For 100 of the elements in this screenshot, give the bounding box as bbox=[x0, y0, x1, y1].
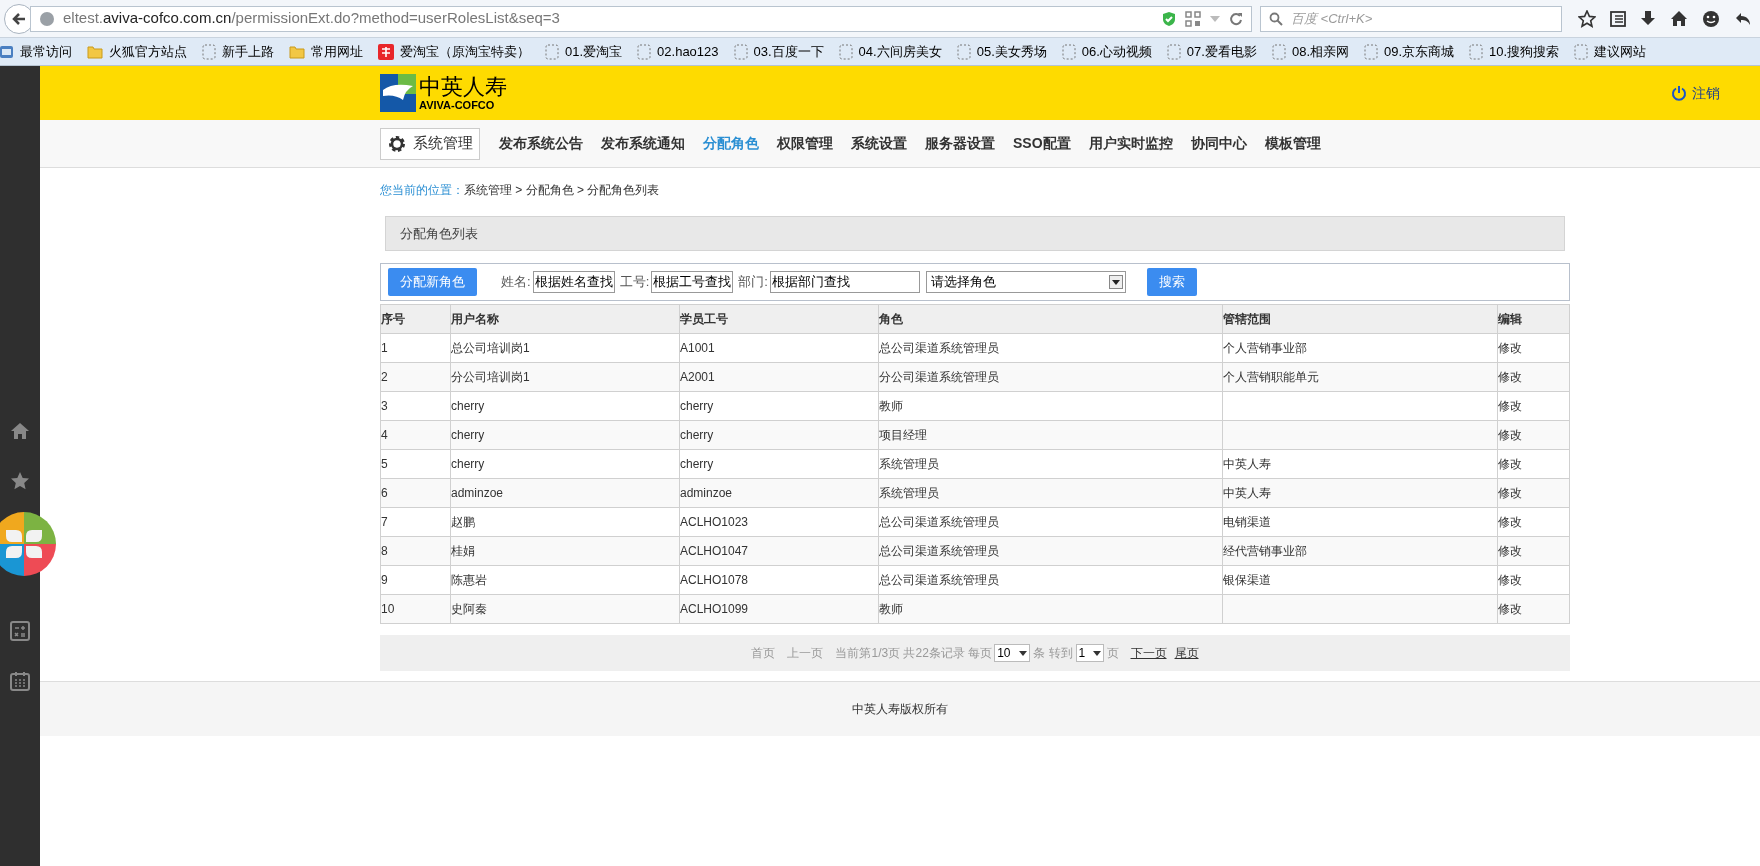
logout-link[interactable]: 注销 bbox=[1671, 82, 1720, 104]
back-arrow-icon bbox=[11, 10, 27, 27]
search-field[interactable]: 百度 <Ctrl+K> bbox=[1291, 8, 1553, 29]
edit-link[interactable]: 修改 bbox=[1498, 399, 1522, 413]
home-icon[interactable] bbox=[1670, 9, 1688, 28]
edit-link[interactable]: 修改 bbox=[1498, 370, 1522, 384]
app-launcher-icon[interactable] bbox=[0, 512, 56, 576]
edit-link[interactable]: 修改 bbox=[1498, 341, 1522, 355]
bookmark-item[interactable]: 04.六间房美女 bbox=[838, 41, 942, 62]
bookmark-item[interactable]: 06.心动视频 bbox=[1061, 41, 1152, 62]
column-header: 角色 bbox=[878, 304, 1223, 334]
globe-icon bbox=[39, 10, 55, 27]
bookmark-item[interactable]: 常用网址 bbox=[289, 41, 363, 62]
table-cell: cherry bbox=[680, 428, 714, 442]
breadcrumb: 系统管理 > 分配角色 > 分配角色列表 bbox=[464, 182, 660, 199]
calculator-icon[interactable] bbox=[10, 621, 30, 641]
search-icon bbox=[1269, 11, 1283, 26]
reading-list-icon[interactable] bbox=[1610, 9, 1626, 28]
nav-link[interactable]: 模板管理 bbox=[1264, 133, 1321, 154]
section-button[interactable]: 系统管理 bbox=[380, 127, 480, 160]
last-page-link[interactable]: 尾页 bbox=[1174, 644, 1199, 662]
bookmark-item[interactable]: 05.美女秀场 bbox=[956, 41, 1047, 62]
nav-link[interactable]: SSO配置 bbox=[1013, 133, 1071, 154]
dept-label: 部门: bbox=[738, 273, 768, 292]
dept-field[interactable]: 根据部门查找 bbox=[769, 271, 920, 293]
caret-icon bbox=[1092, 650, 1101, 656]
table-cell: 项目经理 bbox=[879, 428, 927, 442]
page-select[interactable]: 1 bbox=[1075, 644, 1104, 662]
search-box[interactable]: 百度 <Ctrl+K> bbox=[1260, 5, 1562, 32]
next-page-link[interactable]: 下一页 bbox=[1130, 644, 1167, 662]
table-cell: 中英人寿 bbox=[1223, 457, 1271, 471]
table-cell: 中英人寿 bbox=[1223, 486, 1271, 500]
page-icon bbox=[1364, 43, 1378, 60]
nav-link[interactable]: 权限管理 bbox=[777, 133, 833, 154]
smiley-icon[interactable] bbox=[1702, 9, 1720, 28]
page-icon bbox=[838, 43, 853, 60]
page-info: 当前第1/3页 共22条记录 每页 bbox=[835, 645, 993, 662]
table-cell: ACLHO1023 bbox=[680, 515, 749, 529]
page-icon bbox=[1166, 43, 1181, 60]
reload-icon[interactable] bbox=[1229, 11, 1243, 26]
page-icon bbox=[1469, 43, 1484, 60]
table-cell: 赵鹏 bbox=[451, 515, 475, 529]
nav-link[interactable]: 发布系统公告 bbox=[499, 133, 583, 154]
name-field[interactable]: 根据姓名查找 bbox=[532, 271, 615, 293]
table-cell: 10 bbox=[381, 602, 395, 616]
nav-link[interactable]: 协同中心 bbox=[1190, 133, 1247, 154]
table-cell: 4 bbox=[381, 428, 388, 442]
id-label: 工号: bbox=[619, 273, 650, 292]
table-cell: ACLHO1099 bbox=[680, 602, 749, 616]
edit-link[interactable]: 修改 bbox=[1498, 428, 1522, 442]
calendar-icon[interactable] bbox=[10, 671, 30, 691]
table-cell: 个人营销事业部 bbox=[1223, 341, 1307, 355]
bookmark-item[interactable]: 最常访问 bbox=[0, 41, 72, 62]
table-cell: 2 bbox=[381, 370, 388, 384]
download-icon[interactable] bbox=[1640, 9, 1656, 28]
role-select[interactable]: 请选择角色 bbox=[925, 271, 1126, 293]
edit-link[interactable]: 修改 bbox=[1498, 573, 1522, 587]
bookmark-item[interactable]: 新手上路 bbox=[202, 41, 274, 62]
edit-link[interactable]: 修改 bbox=[1498, 457, 1522, 471]
bookmark-item[interactable]: 爱淘宝（原淘宝特卖） bbox=[378, 41, 530, 62]
table-cell: 1 bbox=[381, 341, 388, 355]
edit-link[interactable]: 修改 bbox=[1498, 602, 1522, 616]
nav-link[interactable]: 服务器设置 bbox=[925, 133, 995, 154]
table-cell: ACLHO1078 bbox=[680, 573, 749, 587]
table-cell: adminzoe bbox=[451, 486, 504, 500]
page-size-select[interactable]: 10 bbox=[994, 644, 1031, 662]
nav-link[interactable]: 发布系统通知 bbox=[601, 133, 685, 154]
folder-icon bbox=[87, 44, 103, 59]
name-label: 姓名: bbox=[501, 273, 531, 292]
table-cell: 9 bbox=[381, 573, 388, 587]
shield-icon bbox=[1161, 10, 1177, 27]
table-cell: 8 bbox=[381, 544, 388, 558]
bookmark-item[interactable]: 09.京东商城 bbox=[1364, 41, 1455, 62]
table-cell: 史阿秦 bbox=[451, 602, 487, 616]
table-cell: 分公司渠道系统管理员 bbox=[879, 370, 999, 384]
star-icon[interactable] bbox=[1578, 9, 1596, 28]
star-icon[interactable] bbox=[10, 471, 30, 491]
column-header: 用户名称 bbox=[450, 304, 680, 334]
bookmark-item[interactable]: 02.hao123 bbox=[637, 41, 719, 62]
bookmark-item[interactable]: 火狐官方站点 bbox=[87, 41, 187, 62]
nav-link[interactable]: 系统设置 bbox=[851, 133, 907, 154]
nav-link[interactable]: 用户实时监控 bbox=[1088, 133, 1173, 154]
column-header: 管辖范围 bbox=[1222, 304, 1498, 334]
page-size-unit: 条 转到 bbox=[1033, 645, 1073, 662]
bookmark-item[interactable]: 建议网站 bbox=[1574, 41, 1647, 62]
table-cell: 教师 bbox=[879, 399, 903, 413]
power-icon bbox=[1671, 85, 1687, 101]
bookmark-item[interactable]: 07.爱看电影 bbox=[1166, 41, 1257, 62]
bookmark-item[interactable]: 08.相亲网 bbox=[1271, 41, 1349, 62]
address-bar[interactable]: eltest.aviva-cofco.com.cn/permissionExt.do?method=userRolesList&seq=3 bbox=[30, 5, 1252, 32]
qr-code-icon[interactable] bbox=[1185, 10, 1201, 27]
edit-link[interactable]: 修改 bbox=[1498, 515, 1522, 529]
bookmark-item[interactable]: 03.百度一下 bbox=[733, 41, 824, 62]
bookmark-item[interactable]: 01.爱淘宝 bbox=[545, 41, 623, 62]
id-field[interactable]: 根据工号查找 bbox=[651, 271, 734, 293]
edit-link[interactable]: 修改 bbox=[1498, 544, 1522, 558]
table-cell: 总公司渠道系统管理员 bbox=[879, 573, 999, 587]
bookmark-item[interactable]: 10.搜狗搜索 bbox=[1469, 41, 1560, 62]
table-cell: 总公司渠道系统管理员 bbox=[879, 544, 999, 558]
edit-link[interactable]: 修改 bbox=[1498, 486, 1522, 500]
